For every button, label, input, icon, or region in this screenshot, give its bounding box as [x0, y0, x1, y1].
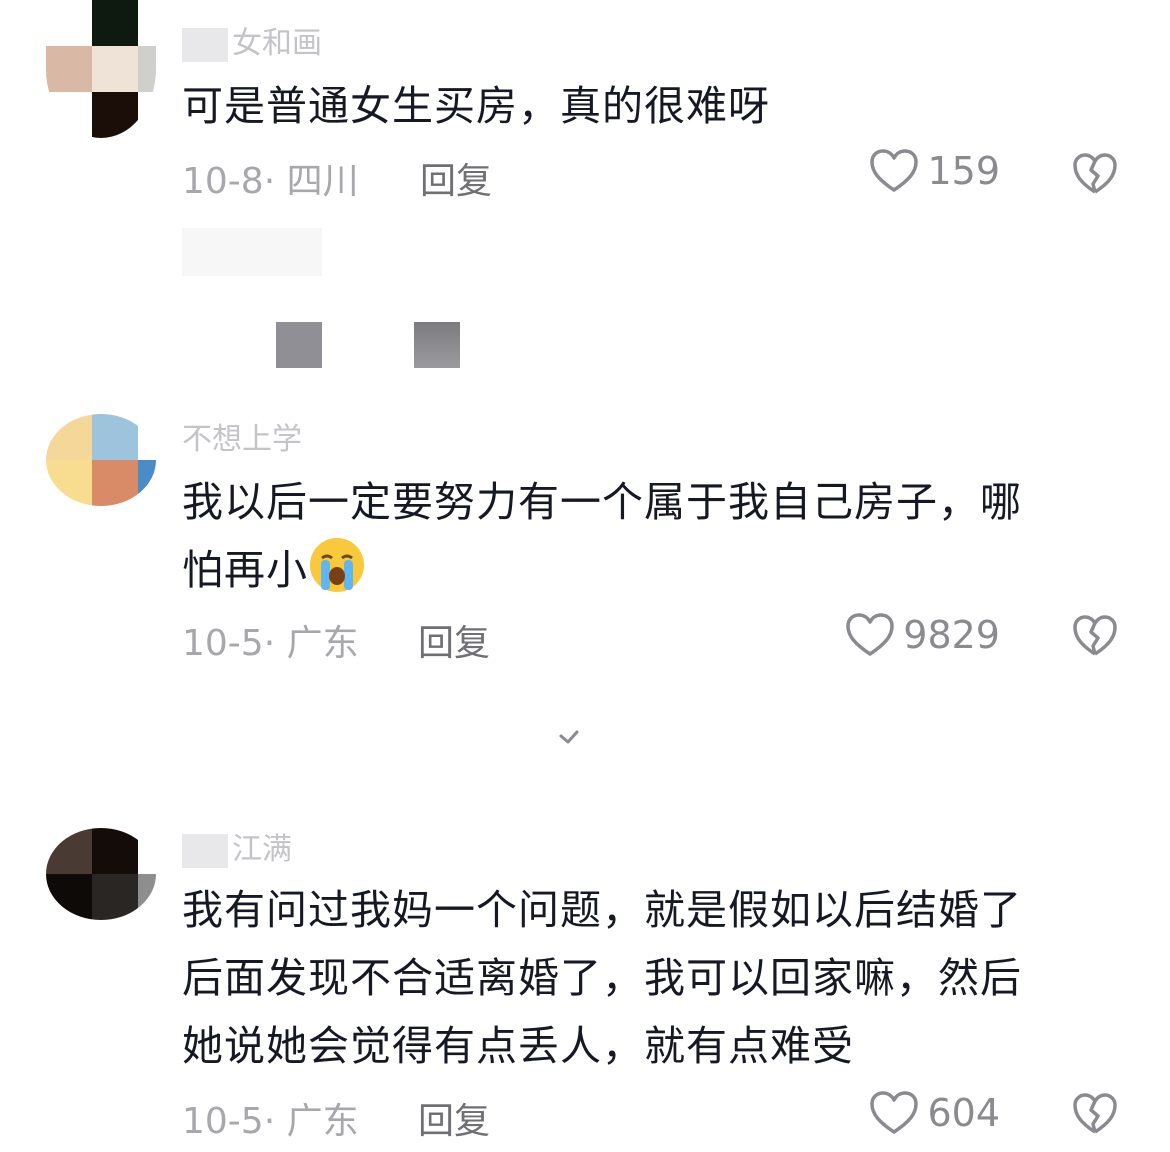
- comment-meta: 10-5· 广东: [182, 623, 359, 664]
- comment-text: 可是普通女生买房，真的很难呀: [182, 82, 770, 130]
- like-button[interactable]: 159: [869, 148, 1000, 194]
- reply-button[interactable]: 回复: [418, 1092, 490, 1144]
- comment-meta: 10-8· 四川: [182, 161, 359, 202]
- like-button[interactable]: 604: [869, 1090, 1000, 1136]
- like-count: 9829: [903, 613, 1000, 657]
- heart-icon: [870, 149, 919, 192]
- reply-button[interactable]: 回复: [418, 614, 490, 666]
- comment-text: 我以后一定要努力有一个属于我自己房子，哪 怕再小: [182, 478, 1022, 594]
- avatar[interactable]: [46, 414, 156, 506]
- like-count: 159: [927, 149, 1000, 193]
- comment-text: 我有问过我妈一个问题，就是假如以后结婚了 后面发现不合适离婚了，我可以回家嘛，然…: [182, 886, 1022, 1070]
- redaction-mask: [182, 27, 228, 62]
- reply-button[interactable]: 回复: [420, 152, 492, 204]
- avatar[interactable]: [46, 828, 156, 920]
- broken-heart-icon[interactable]: [1072, 614, 1118, 658]
- redacted-block: [414, 322, 460, 368]
- username[interactable]: 江满: [182, 824, 292, 868]
- username[interactable]: 女和画: [182, 18, 322, 62]
- heart-icon: [846, 613, 895, 656]
- broken-heart-icon[interactable]: [1072, 1092, 1118, 1136]
- like-count: 604: [927, 1091, 1000, 1135]
- avatar[interactable]: [46, 0, 156, 138]
- username[interactable]: 不想上学: [182, 414, 302, 458]
- chevron-down-icon[interactable]: [558, 728, 580, 746]
- redacted-block: [276, 322, 322, 368]
- like-button[interactable]: 9829: [845, 612, 1000, 658]
- redaction-mask: [182, 833, 228, 868]
- broken-heart-icon[interactable]: [1072, 152, 1118, 196]
- redacted-block: [182, 228, 322, 276]
- loudly-crying-face-icon: [310, 538, 364, 592]
- heart-icon: [870, 1091, 919, 1134]
- comment-meta: 10-5· 广东: [182, 1101, 359, 1142]
